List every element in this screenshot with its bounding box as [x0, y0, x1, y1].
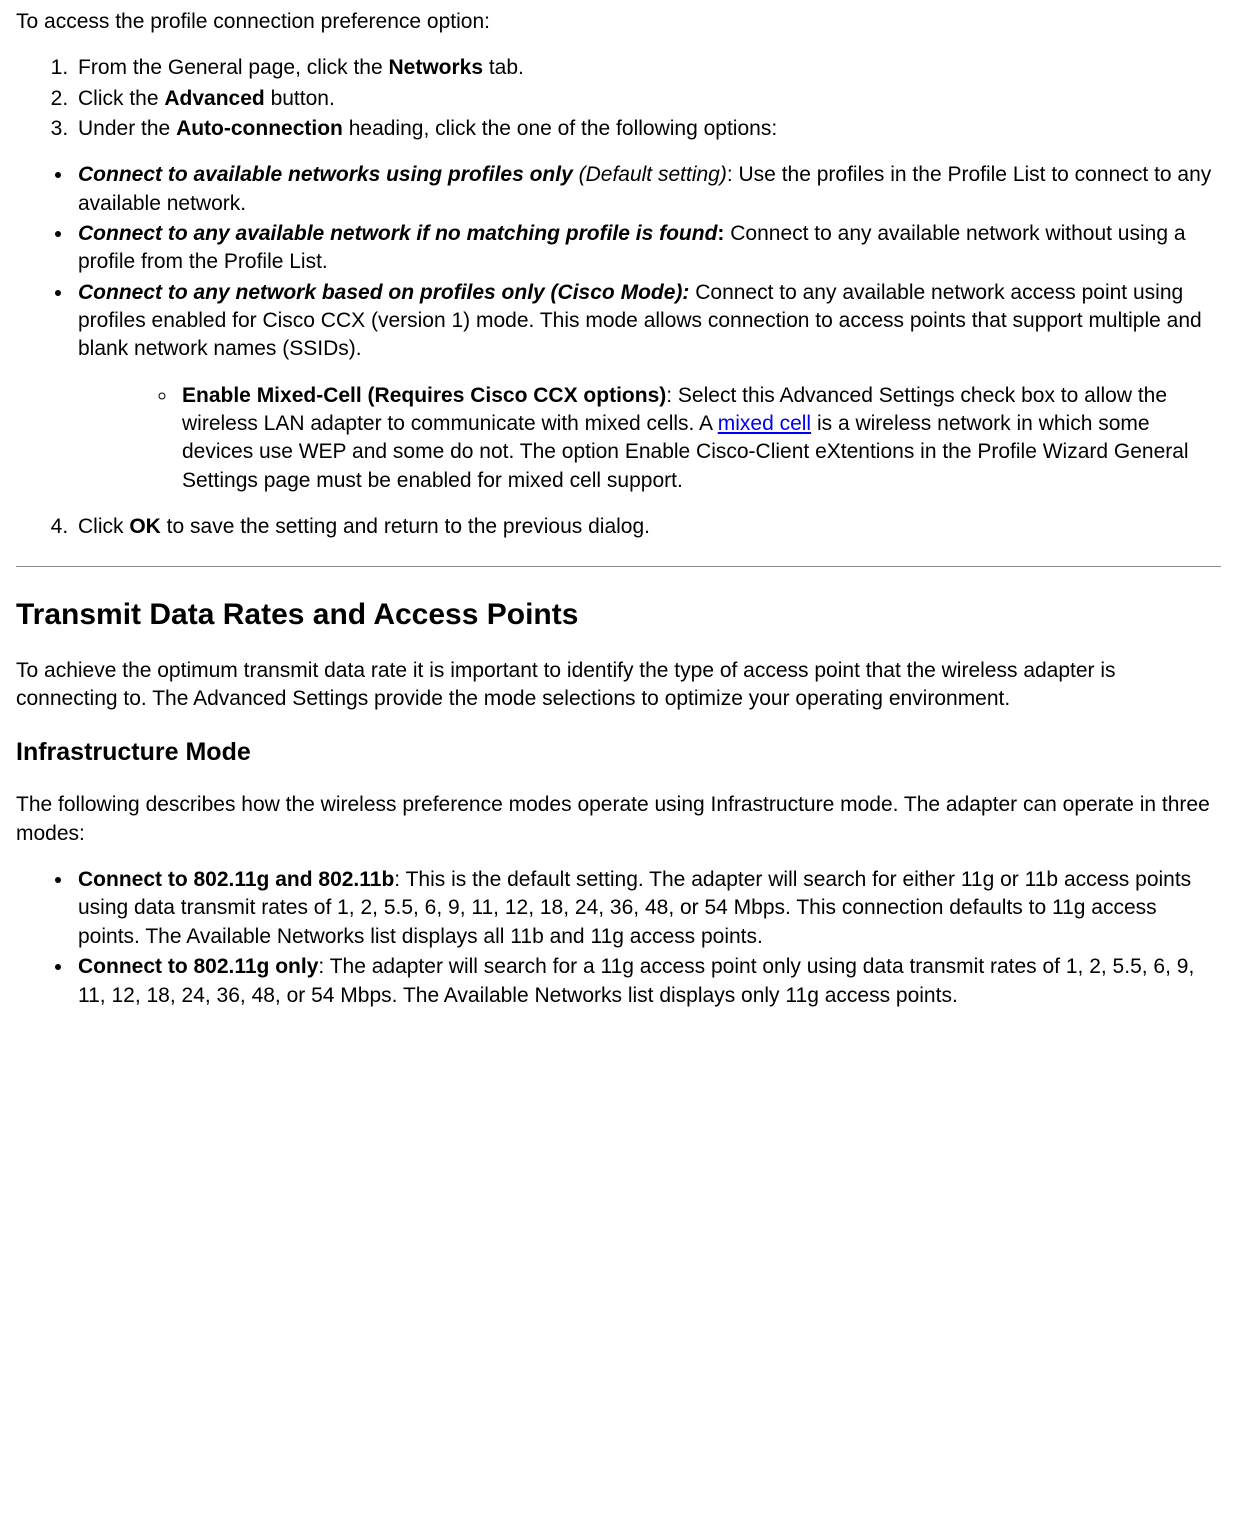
mode-2-title: Connect to 802.11g only [78, 955, 318, 978]
transmit-heading: Transmit Data Rates and Access Points [16, 595, 1221, 636]
option-1-default: (Default setting) [573, 163, 727, 186]
step-1: From the General page, click the Network… [74, 54, 1221, 82]
transmit-intro: To achieve the optimum transmit data rat… [16, 657, 1221, 714]
step-3: Under the Auto-connection heading, click… [74, 115, 1221, 143]
mode-g-only: Connect to 802.11g only: The adapter wil… [74, 953, 1221, 1010]
step-4-text-c: to save the setting and return to the pr… [161, 515, 650, 538]
step-4: Click OK to save the setting and return … [74, 513, 1221, 541]
step-3-text-a: Under the [78, 117, 176, 140]
infrastructure-heading: Infrastructure Mode [16, 736, 1221, 770]
step-2-text-c: button. [265, 87, 335, 110]
connection-options-list: Connect to available networks using prof… [16, 161, 1221, 495]
option-2-colon: : [717, 222, 730, 245]
option-2-title: Connect to any available network if no m… [78, 222, 717, 245]
mixed-cell-link[interactable]: mixed cell [718, 412, 811, 435]
infrastructure-modes-list: Connect to 802.11g and 802.11b: This is … [16, 866, 1221, 1010]
infrastructure-intro: The following describes how the wireless… [16, 791, 1221, 848]
section-divider [16, 566, 1221, 567]
step-2: Click the Advanced button. [74, 85, 1221, 113]
option-any-network: Connect to any available network if no m… [74, 220, 1221, 277]
step-1-bold: Networks [388, 56, 483, 79]
intro-paragraph: To access the profile connection prefere… [16, 8, 1221, 36]
step-3-text-c: heading, click the one of the following … [343, 117, 777, 140]
step-3-bold: Auto-connection [176, 117, 343, 140]
option-1-title: Connect to available networks using prof… [78, 163, 573, 186]
option-3-title: Connect to any network based on profiles… [78, 281, 689, 304]
step-1-text-a: From the General page, click the [78, 56, 388, 79]
mixed-cell-title: Enable Mixed-Cell (Requires Cisco CCX op… [182, 384, 666, 407]
mode-1-title: Connect to 802.11g and 802.11b [78, 868, 394, 891]
access-steps-list: From the General page, click the Network… [16, 54, 1221, 143]
step-2-bold: Advanced [164, 87, 264, 110]
step-1-text-c: tab. [483, 56, 524, 79]
step-2-text-a: Click the [78, 87, 164, 110]
access-steps-list-continued: Click OK to save the setting and return … [16, 513, 1221, 541]
enable-mixed-cell: Enable Mixed-Cell (Requires Cisco CCX op… [178, 382, 1221, 495]
step-4-bold: OK [129, 515, 161, 538]
mode-g-and-b: Connect to 802.11g and 802.11b: This is … [74, 866, 1221, 951]
option-cisco-mode: Connect to any network based on profiles… [74, 279, 1221, 495]
step-4-text-a: Click [78, 515, 129, 538]
cisco-sub-list: Enable Mixed-Cell (Requires Cisco CCX op… [78, 382, 1221, 495]
option-profiles-only: Connect to available networks using prof… [74, 161, 1221, 218]
